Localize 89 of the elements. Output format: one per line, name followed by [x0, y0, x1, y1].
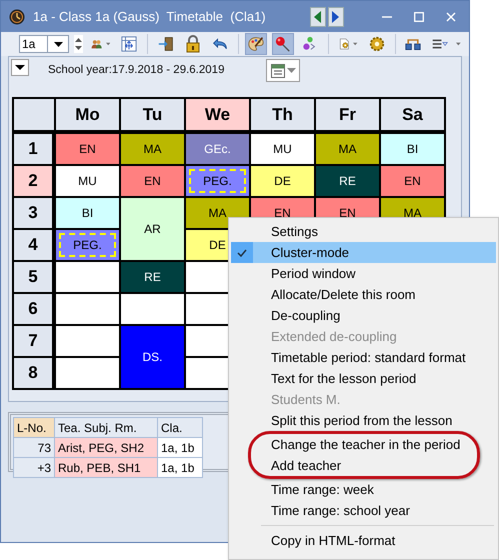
period-header: 7 — [14, 326, 54, 356]
lesson-cell: MA — [121, 134, 184, 164]
lesson-cell: PEG. — [56, 230, 119, 260]
spin-button[interactable] — [74, 35, 84, 53]
caret-icon — [15, 65, 25, 70]
menu-item[interactable]: Allocate/Delete this room — [231, 284, 496, 305]
day-header: Mo — [56, 99, 119, 132]
lesson-cell: GEc. — [186, 134, 249, 164]
lesson-cell: BI — [56, 198, 119, 228]
caret-icon — [353, 42, 358, 46]
previous-button[interactable] — [310, 6, 326, 26]
calendar-button[interactable] — [266, 59, 300, 82]
menu-item[interactable]: Add teacher — [251, 455, 477, 476]
menu-item[interactable]: De-coupling — [231, 305, 496, 326]
calendar-icon — [270, 63, 285, 78]
toolbar-button[interactable] — [245, 33, 268, 55]
school-year-text: School year:17.9.2018 - 29.6.2019 — [48, 64, 224, 76]
day-header: We — [186, 99, 249, 132]
menu-item[interactable]: Timetable period: standard format — [231, 347, 496, 368]
lesson-cell: MU — [56, 166, 119, 196]
up-down-arrows-icon — [75, 37, 82, 51]
period-header: 5 — [14, 262, 54, 292]
menu-item[interactable]: Time range: school year — [231, 500, 496, 521]
lesson-cell: EN — [56, 134, 119, 164]
day-header: Sa — [381, 99, 444, 132]
menu-item[interactable]: Change the teacher in the period — [251, 434, 477, 455]
lesson-cell: EN — [121, 166, 184, 196]
lesson-cell: DS. — [121, 326, 184, 388]
empty-cell — [56, 326, 119, 356]
menu-item[interactable]: Split this period from the lesson — [231, 410, 496, 431]
overflow-caret-icon[interactable] — [456, 42, 462, 46]
period-header: 3 — [14, 198, 54, 228]
next-button[interactable] — [328, 6, 344, 26]
right-triangle-icon — [332, 10, 340, 22]
window-title: 1a - Class 1a (Gauss) Timetable (Cla1) — [33, 9, 266, 24]
day-header: Th — [251, 99, 314, 132]
period-header: 2 — [14, 166, 54, 196]
table-cell: 1a, 1b — [158, 458, 202, 478]
pin-icon — [275, 35, 292, 53]
period-header: 1 — [14, 134, 54, 164]
day-header: Tu — [121, 99, 184, 132]
lesson-cell: RE — [316, 166, 379, 196]
door-arrow-icon — [158, 35, 174, 53]
lesson-cell: AR — [121, 198, 184, 260]
menu-item[interactable]: Time range: week — [231, 479, 496, 500]
toolbar-button[interactable] — [272, 33, 294, 55]
caret-icon — [106, 42, 110, 46]
lesson-cell: MA — [316, 134, 379, 164]
table-cell: Arist, PEG, SH2 — [54, 438, 158, 458]
lesson-cell: DE — [251, 166, 314, 196]
table-cell: 1a, 1b — [158, 438, 202, 458]
empty-cell — [56, 262, 119, 292]
maximize-icon — [414, 12, 424, 22]
column-header: Cla. — [158, 418, 202, 438]
period-header: 4 — [14, 230, 54, 260]
menu-item[interactable]: Text for the lesson period — [231, 368, 496, 389]
period-header: 8 — [14, 358, 54, 388]
column-header: Tea. Subj. Rm. — [54, 418, 158, 438]
period-header: 6 — [14, 294, 54, 324]
lesson-cell: BI — [381, 134, 444, 164]
lesson-cell: MU — [251, 134, 314, 164]
empty-cell — [121, 294, 184, 324]
lesson-cell: RE — [121, 262, 184, 292]
gear-icon — [368, 35, 385, 53]
lesson-cell: EN — [381, 166, 444, 196]
palette-icon — [248, 35, 264, 53]
table-cell: 73 — [14, 438, 54, 458]
menu-item[interactable]: Cluster-mode — [231, 242, 496, 263]
menu-item[interactable]: Copy in HTML-format — [231, 530, 496, 551]
lock-icon — [184, 35, 201, 53]
collapse-button[interactable] — [11, 59, 29, 76]
empty-cell — [56, 358, 119, 388]
caret-icon — [286, 68, 296, 73]
list-menu-icon — [432, 37, 448, 51]
minimize-icon — [382, 16, 392, 18]
table-cell: +3 — [14, 458, 54, 478]
class-dropdown[interactable]: 1a — [19, 35, 69, 53]
table-cell: Rub, PEB, SH1 — [54, 458, 158, 478]
caret-icon — [54, 42, 62, 46]
clock-icon — [9, 8, 25, 24]
lesson-cell: PEG. — [186, 166, 249, 196]
close-icon — [446, 12, 456, 22]
undo-icon — [212, 36, 228, 52]
day-header: Fr — [316, 99, 379, 132]
empty-cell — [56, 294, 119, 324]
table-arrows-icon — [121, 35, 137, 53]
menu-item[interactable]: Period window — [231, 263, 496, 284]
left-triangle-icon — [314, 10, 322, 22]
column-header: L-No. — [14, 418, 54, 438]
